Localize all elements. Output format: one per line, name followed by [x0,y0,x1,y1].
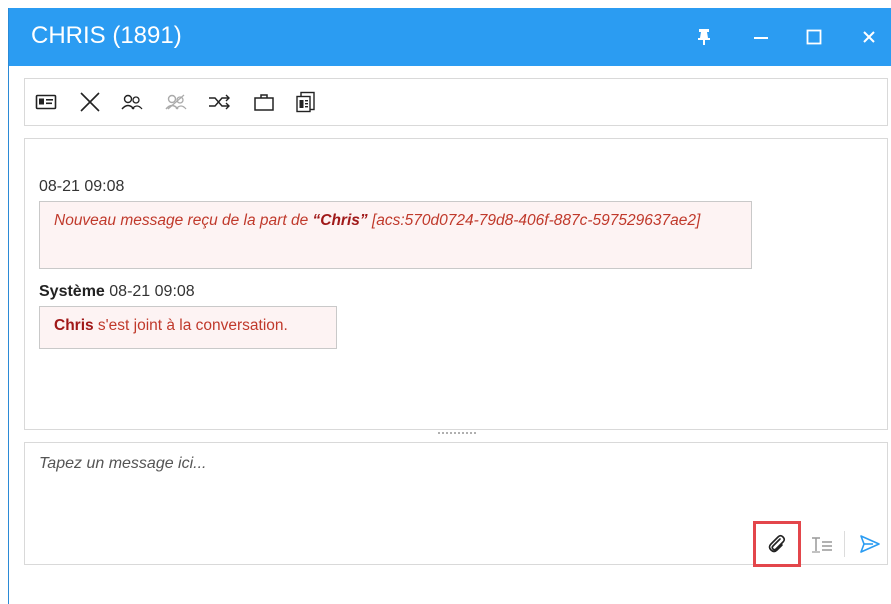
participants-icon [121,94,143,110]
text-format-button[interactable] [807,529,837,559]
chat-window: CHRIS (1891) 08-21 09:08 Nouveau message… [8,8,891,604]
transfer-icon [209,94,230,110]
title-bar[interactable]: CHRIS (1891) [9,8,891,66]
resize-handle[interactable] [437,432,479,438]
participants-button[interactable] [119,89,145,115]
briefcase-button[interactable] [251,89,277,115]
sender-name: Chris [54,317,94,334]
message-bubble: Chris s'est joint à la conversation. [39,306,337,349]
maximize-icon [806,29,822,45]
message-sender: Système [39,283,105,300]
transfer-button[interactable] [207,89,233,115]
attach-icon [768,534,786,553]
window-title: CHRIS (1891) [31,22,182,49]
send-icon [860,535,880,553]
close-button[interactable] [852,20,886,54]
pin-icon [698,29,710,45]
end-conversation-icon [80,92,100,112]
toolbar-divider [844,531,845,557]
remove-participant-icon [165,94,187,110]
sender-name: “Chris” [312,212,368,229]
text-format-icon [812,537,832,553]
message-timestamp: 08-21 09:08 [39,178,125,195]
transcript-button[interactable] [293,89,319,115]
maximize-button[interactable] [797,20,831,54]
minimize-button[interactable] [744,20,778,54]
minimize-icon [754,37,768,39]
send-button[interactable] [855,529,885,559]
transcript-icon [296,91,315,113]
briefcase-icon [254,94,274,111]
conversation-toolbar [24,78,888,126]
attach-button[interactable] [762,529,792,559]
message-bubble: Nouveau message reçu de la part de “Chri… [39,201,752,269]
message-history[interactable]: 08-21 09:08 Nouveau message reçu de la p… [24,138,888,430]
close-icon [863,31,875,43]
message-input[interactable]: Tapez un message ici... [39,455,207,473]
contact-card-icon [35,94,57,110]
end-conversation-button[interactable] [77,89,103,115]
message-timestamp: Système 08-21 09:08 [39,283,195,300]
pin-button[interactable] [687,20,721,54]
contact-card-button[interactable] [33,89,59,115]
remove-participant-button[interactable] [163,89,189,115]
